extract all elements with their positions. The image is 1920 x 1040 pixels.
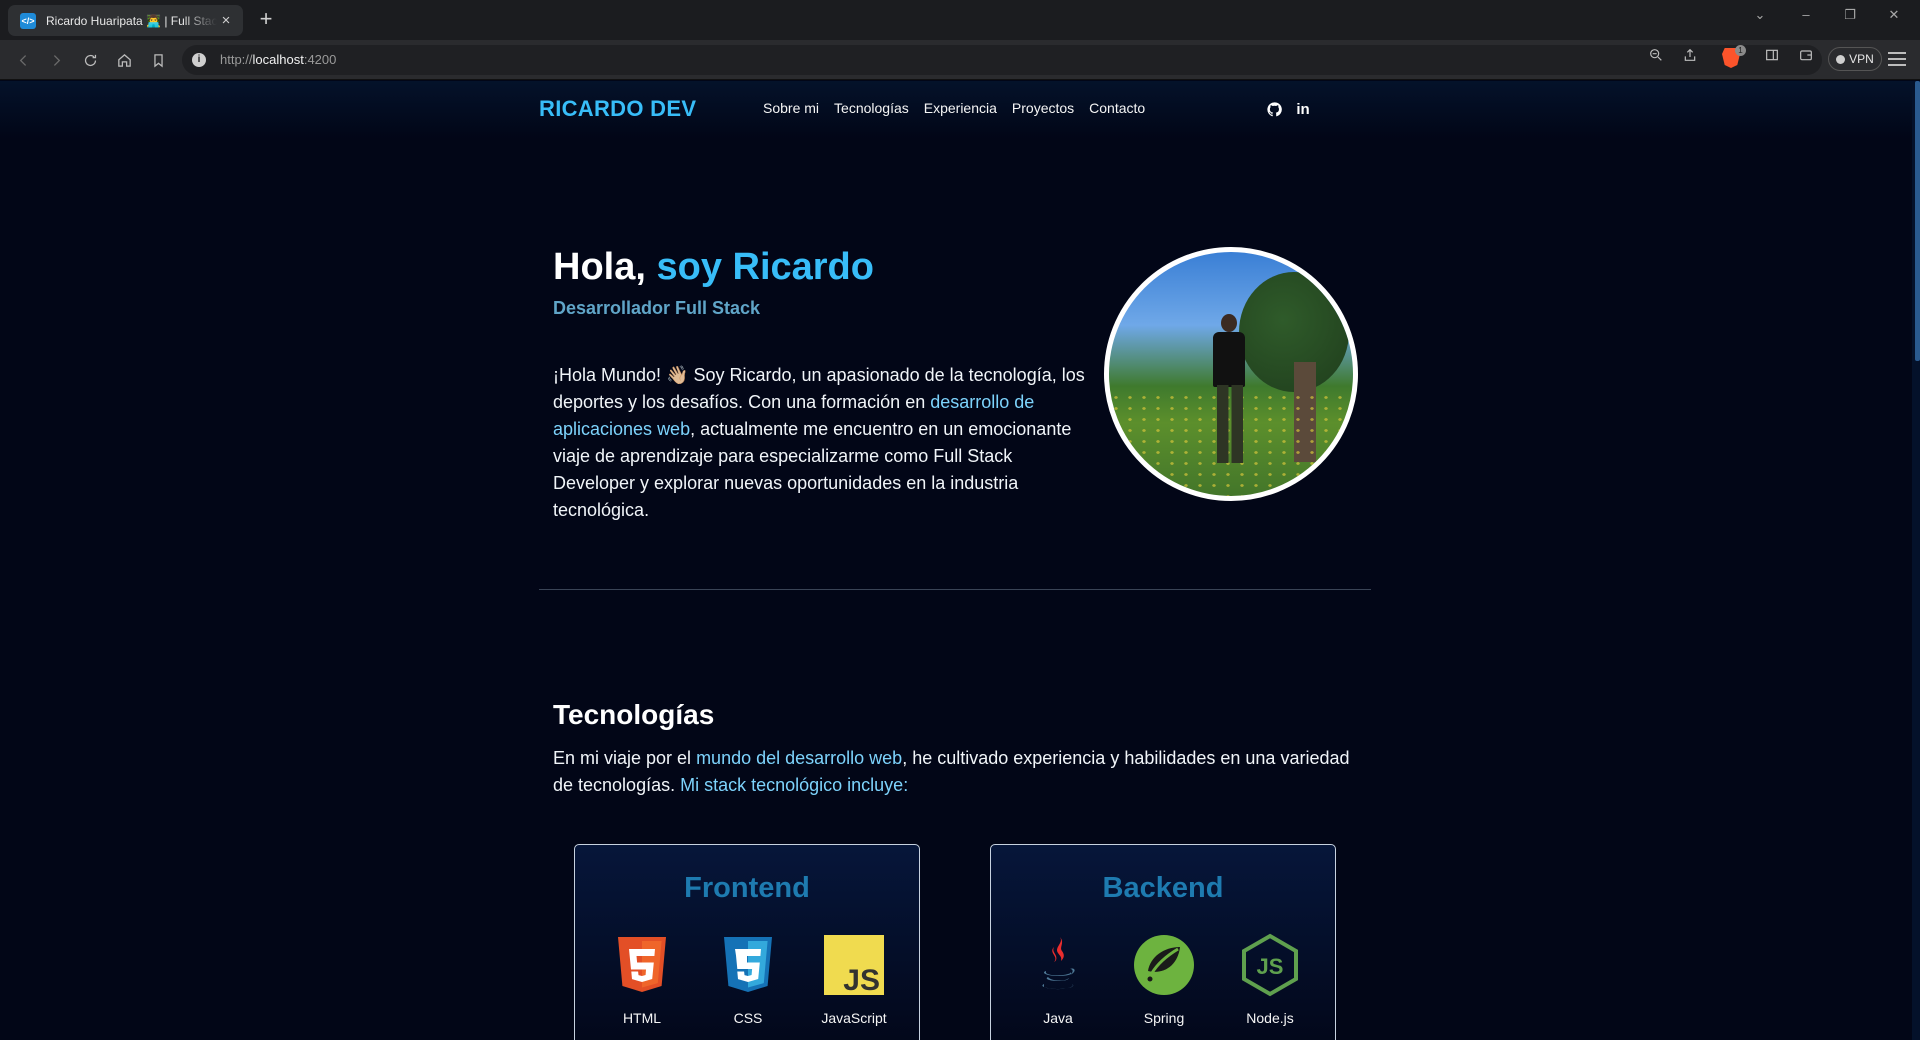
share-icon[interactable] xyxy=(1680,45,1700,65)
tech-item-java: Java xyxy=(1018,933,1098,1026)
shields-count-badge: 1 xyxy=(1735,45,1746,56)
home-icon[interactable] xyxy=(113,49,135,71)
css3-icon xyxy=(724,937,772,992)
hero-name: soy Ricardo xyxy=(656,246,874,288)
page-content: RICARDO DEV Sobre mi Tecnologías Experie… xyxy=(0,81,1920,1040)
html5-icon xyxy=(618,937,666,992)
tech-item-spring: Spring xyxy=(1124,933,1204,1026)
tab-search-icon[interactable]: ⌄ xyxy=(1740,4,1780,26)
scrollbar-thumb[interactable] xyxy=(1915,81,1920,361)
tech-label: HTML xyxy=(622,1010,662,1026)
card-title: Frontend xyxy=(684,872,810,904)
svg-text:JS: JS xyxy=(843,964,880,997)
bookmark-icon[interactable] xyxy=(147,49,169,71)
nav-link-proyectos[interactable]: Proyectos xyxy=(1012,100,1074,116)
reload-icon[interactable] xyxy=(79,49,101,71)
back-icon[interactable] xyxy=(12,49,34,71)
new-tab-button[interactable]: + xyxy=(254,7,278,31)
site-info-icon[interactable]: i xyxy=(192,53,206,67)
tech-item-css: CSS xyxy=(708,933,788,1026)
vpn-label: VPN xyxy=(1849,52,1874,66)
site-navbar: RICARDO DEV Sobre mi Tecnologías Experie… xyxy=(0,81,1920,139)
angular-favicon-icon: </> xyxy=(20,12,36,29)
tech-item-javascript: JS JavaScript xyxy=(814,933,894,1026)
card-title: Backend xyxy=(1102,872,1224,904)
nav-link-contacto[interactable]: Contacto xyxy=(1089,100,1145,116)
frontend-card: Frontend HTML CSS JS JavaScript xyxy=(574,844,920,1040)
tech-label: CSS xyxy=(733,1010,763,1026)
browser-tab-bar: </> Ricardo Huaripata 👨‍💻 | Full Stack ×… xyxy=(0,0,1920,40)
sidebar-toggle-icon[interactable] xyxy=(1762,45,1782,65)
tech-label: Java xyxy=(1043,1010,1073,1026)
tab-close-button[interactable]: × xyxy=(217,12,235,30)
page-scrollbar[interactable] xyxy=(1912,81,1920,1040)
profile-photo xyxy=(1104,247,1358,501)
vpn-status-icon xyxy=(1836,54,1846,64)
hero-title: Hola, soy Ricardo xyxy=(553,246,874,289)
nav-link-tecnologias[interactable]: Tecnologías xyxy=(834,100,909,116)
nav-link-experiencia[interactable]: Experiencia xyxy=(924,100,997,116)
site-logo[interactable]: RICARDO DEV xyxy=(539,96,696,122)
browser-tab[interactable]: </> Ricardo Huaripata 👨‍💻 | Full Stack × xyxy=(8,5,243,36)
github-icon[interactable] xyxy=(1265,100,1283,118)
tech-item-nodejs: JS Node.js xyxy=(1230,933,1310,1026)
tech-item-html: HTML xyxy=(602,933,682,1026)
hero-description: ¡Hola Mundo! 👋🏼 Soy Ricardo, un apasiona… xyxy=(553,365,1085,520)
nav-link-sobre-mi[interactable]: Sobre mi xyxy=(763,100,819,116)
spring-icon xyxy=(1134,935,1194,995)
linkedin-icon[interactable]: in xyxy=(1294,100,1312,118)
forward-icon[interactable] xyxy=(45,49,67,71)
tab-title: Ricardo Huaripata 👨‍💻 | Full Stack xyxy=(46,13,217,28)
section-divider xyxy=(539,589,1371,590)
hero-subtitle: Desarrollador Full Stack xyxy=(553,298,761,318)
restore-button[interactable]: ❐ xyxy=(1830,4,1870,26)
minimize-button[interactable]: – xyxy=(1786,4,1826,26)
tech-description: En mi viaje por el mundo del desarrollo … xyxy=(553,748,1350,795)
java-icon xyxy=(1042,937,1075,990)
wallet-icon[interactable] xyxy=(1796,45,1816,65)
javascript-icon: JS xyxy=(824,935,884,997)
browser-toolbar: i http://localhost:4200 1 VPN xyxy=(0,40,1920,80)
hero-greeting: Hola, xyxy=(553,246,646,288)
url-text[interactable]: http://localhost:4200 xyxy=(220,52,336,67)
backend-card: Backend Java Spring JS Node.js xyxy=(990,844,1336,1040)
tech-label: Spring xyxy=(1143,1010,1185,1026)
browser-menu-icon[interactable] xyxy=(1888,52,1906,68)
vpn-button[interactable]: VPN xyxy=(1828,47,1882,71)
nav-links: Sobre mi Tecnologías Experiencia Proyect… xyxy=(763,100,1145,116)
zoom-icon[interactable] xyxy=(1646,45,1666,65)
svg-text:JS: JS xyxy=(1257,954,1284,979)
close-window-button[interactable]: ✕ xyxy=(1874,4,1914,26)
tech-label: Node.js xyxy=(1246,1010,1294,1026)
address-bar[interactable]: i http://localhost:4200 xyxy=(182,45,1822,75)
tech-section-title: Tecnologías xyxy=(553,699,715,730)
tech-label: JavaScript xyxy=(821,1010,887,1026)
nodejs-icon: JS xyxy=(1242,933,1298,997)
